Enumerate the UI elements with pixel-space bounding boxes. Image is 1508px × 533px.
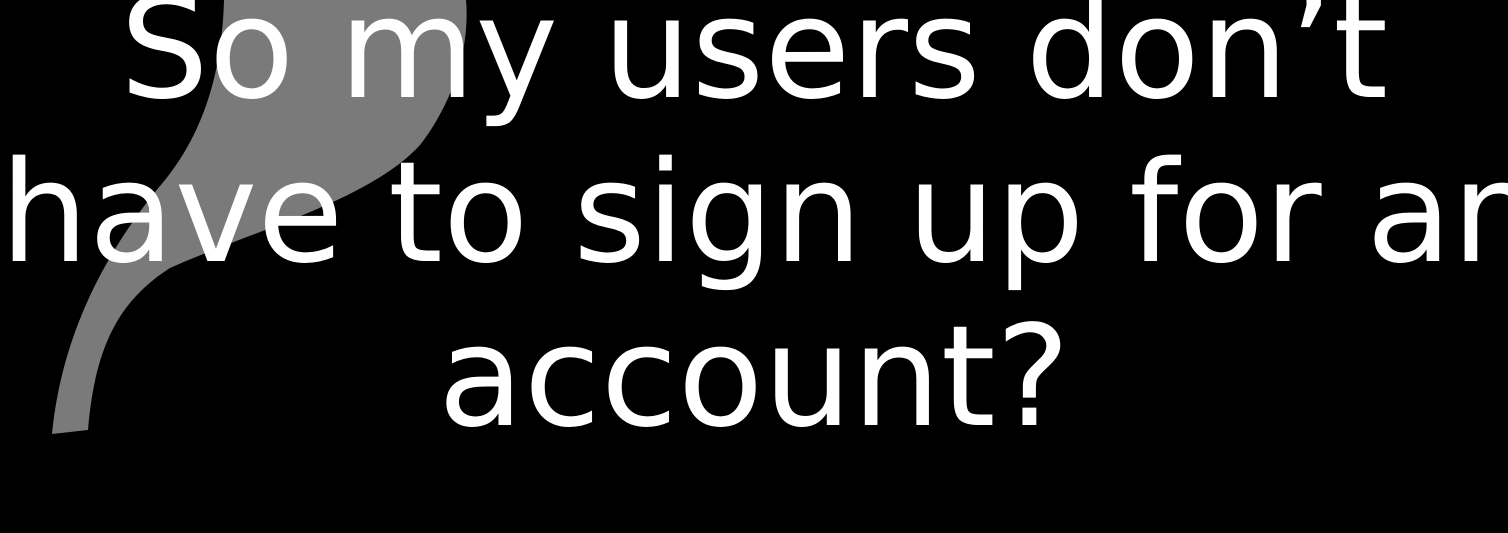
slide-title: So my users don’t have to sign up for an… <box>0 0 1508 533</box>
title-line-3: account? <box>437 296 1071 459</box>
slide: So my users don’t have to sign up for an… <box>0 0 1508 533</box>
title-line-2: have to sign up for an <box>0 132 1508 295</box>
title-line-1: So my users don’t <box>119 0 1389 131</box>
